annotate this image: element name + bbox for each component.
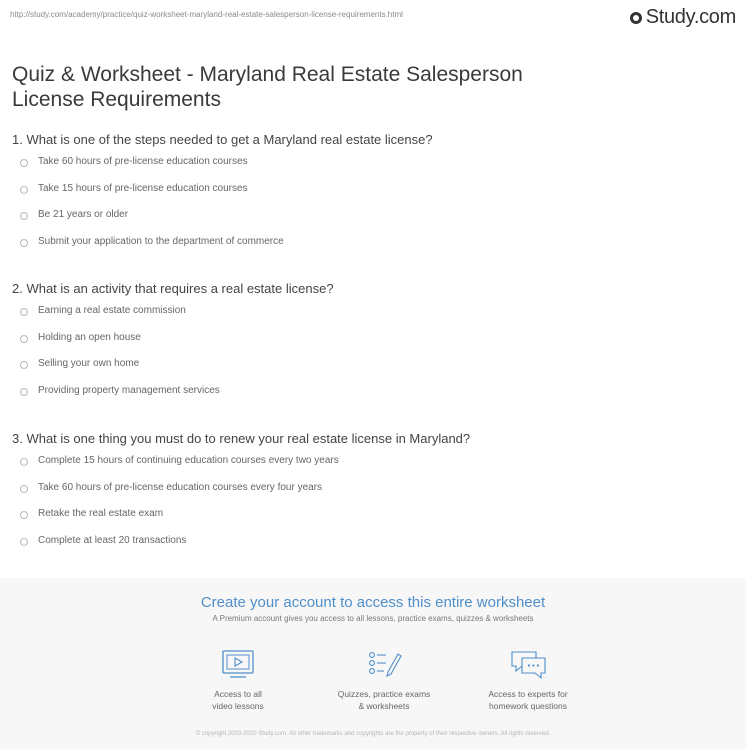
answer-option[interactable]: Take 60 hours of pre-license education c… (12, 156, 433, 183)
radio-icon[interactable] (20, 511, 28, 520)
question-text: 2. What is an activity that requires a r… (12, 281, 334, 296)
study-logo[interactable]: Study.com (629, 6, 737, 29)
answer-option[interactable]: Providing property management services (12, 385, 334, 412)
option-label: Be 21 years or older (38, 209, 129, 221)
radio-icon[interactable] (20, 212, 28, 221)
option-label: Complete 15 hours of continuing educatio… (38, 455, 339, 466)
option-label: Providing property management services (38, 385, 220, 397)
study-logo-icon (629, 11, 642, 24)
create-account-link[interactable]: Create your account to access this entir… (0, 594, 746, 611)
brand-name: Study.com (645, 6, 737, 28)
radio-icon[interactable] (20, 361, 28, 370)
feature-caption: Access to experts for homework questions (488, 689, 568, 711)
question-text: 1. What is one of the steps needed to ge… (12, 132, 433, 147)
question-text: 3. What is one thing you must do to rene… (12, 431, 471, 446)
option-label: Selling your own home (38, 358, 140, 370)
quiz-checklist-icon (369, 652, 402, 678)
radio-icon[interactable] (20, 308, 28, 316)
answer-option[interactable]: Holding an open house (12, 332, 334, 359)
option-label: Submit your application to the departmen… (38, 236, 284, 248)
radio-icon[interactable] (20, 458, 28, 466)
feature-caption: Access to all video lessons (212, 689, 264, 711)
feature-quizzes: Quizzes, practice exams & worksheets (314, 648, 454, 712)
option-label: Take 60 hours of pre-license education c… (38, 481, 323, 493)
option-label: Take 60 hours of pre-license education c… (38, 156, 248, 167)
answer-options: Earning a real estate commission Holding… (12, 305, 334, 412)
question-1: 1. What is one of the steps needed to ge… (12, 132, 433, 263)
answer-option[interactable]: Complete at least 20 transactions (12, 535, 470, 562)
question-2: 2. What is an activity that requires a r… (12, 281, 334, 412)
title-line-2: License Requirements (12, 88, 221, 112)
chat-bubble-icon (511, 651, 546, 680)
premium-promo: Create your account to access this entir… (0, 578, 746, 749)
option-label: Take 15 hours of pre-license education c… (38, 182, 248, 194)
answer-option[interactable]: Be 21 years or older (12, 209, 433, 236)
feature-video-lessons: Access to all video lessons (168, 648, 308, 712)
answer-option[interactable]: Take 15 hours of pre-license education c… (12, 183, 433, 210)
radio-icon[interactable] (20, 388, 28, 397)
page-title: Quiz & Worksheet - Maryland Real Estate … (12, 62, 612, 112)
copyright-footer: © copyright 2003-2020 Study.com. All oth… (195, 731, 551, 737)
answer-option[interactable]: Complete 15 hours of continuing educatio… (12, 455, 470, 482)
question-3: 3. What is one thing you must do to rene… (12, 431, 470, 562)
video-lesson-icon (222, 650, 254, 678)
answer-option[interactable]: Retake the real estate exam (12, 508, 470, 535)
option-label: Holding an open house (38, 331, 141, 343)
radio-icon[interactable] (20, 538, 28, 547)
option-label: Retake the real estate exam (38, 508, 164, 520)
feature-caption: Quizzes, practice exams & worksheets (337, 689, 431, 711)
radio-icon[interactable] (20, 239, 28, 248)
title-line-1: Quiz & Worksheet - Maryland Real Estate … (12, 63, 523, 87)
radio-icon[interactable] (20, 484, 28, 493)
radio-icon[interactable] (20, 334, 28, 343)
answer-options: Take 60 hours of pre-license education c… (12, 156, 433, 263)
feature-experts: Access to experts for homework questions (458, 648, 598, 712)
answer-options: Complete 15 hours of continuing educatio… (12, 455, 470, 562)
answer-option[interactable]: Selling your own home (12, 358, 334, 385)
option-label: Earning a real estate commission (38, 305, 186, 316)
promo-subtitle: A Premium account gives you access to al… (212, 614, 534, 623)
answer-option[interactable]: Submit your application to the departmen… (12, 236, 433, 263)
answer-option[interactable]: Take 60 hours of pre-license education c… (12, 482, 470, 509)
page-url: http://study.com/academy/practice/quiz-w… (10, 10, 403, 19)
option-label: Complete at least 20 transactions (38, 535, 187, 547)
answer-option[interactable]: Earning a real estate commission (12, 305, 334, 332)
radio-icon[interactable] (20, 159, 28, 167)
radio-icon[interactable] (20, 185, 28, 194)
